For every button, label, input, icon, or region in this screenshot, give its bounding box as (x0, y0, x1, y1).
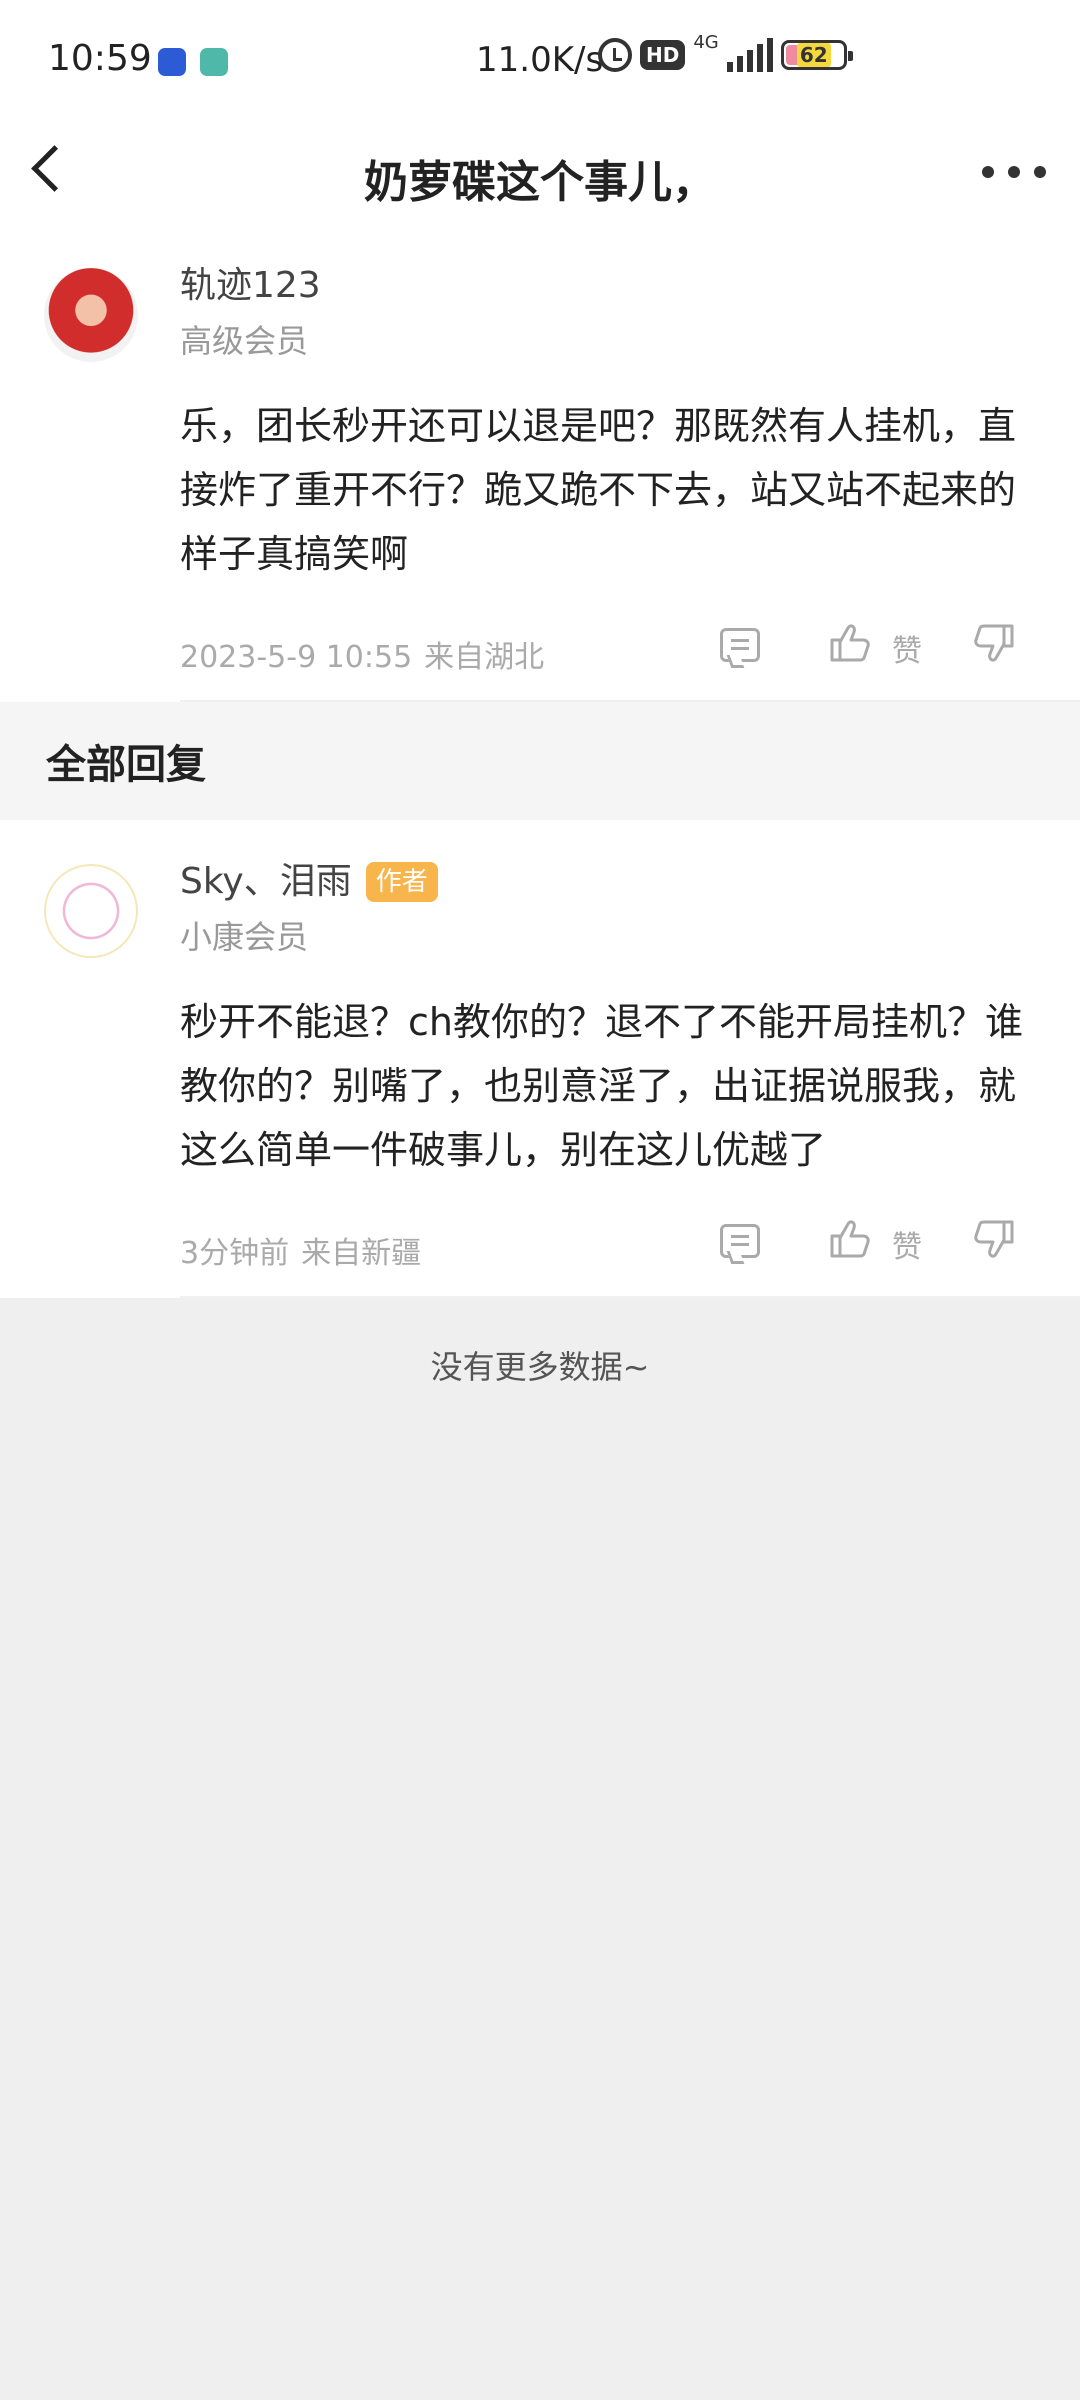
post-location: 来自湖北 (424, 640, 545, 675)
section-title: 全部回复 (46, 742, 206, 788)
no-more-data: 没有更多数据~ (430, 1348, 650, 1386)
comment-icon[interactable] (720, 628, 760, 662)
post-time-location: 2023-5-9 10:55 来自湖北 (180, 632, 544, 676)
signal-icon (726, 38, 773, 72)
app-notification-icon (200, 48, 228, 76)
network-speed: 11.0K/s (476, 40, 604, 80)
username[interactable]: 轨迹123 (180, 260, 1030, 312)
main-post: 轨迹123 高级会员 乐，团长秒开还可以退是吧？那既然有人挂机，直接炸了重开不行… (0, 220, 1080, 702)
status-time: 10:59 (48, 38, 152, 79)
avatar[interactable] (44, 864, 138, 958)
post-time: 2023-5-9 10:55 (180, 640, 413, 675)
page-title: 奶萝碟这个事儿， (364, 157, 716, 208)
comment-icon[interactable] (720, 1224, 760, 1258)
username[interactable]: Sky、泪雨 作者 (180, 856, 1030, 908)
battery-icon: 62 (780, 40, 853, 70)
like-label[interactable]: 赞 (892, 626, 922, 670)
reply-item: Sky、泪雨 作者 小康会员 秒开不能退？ch教你的？退不了不能开局挂机？谁教你… (0, 820, 1080, 1298)
post-content: 乐，团长秒开还可以退是吧？那既然有人挂机，直接炸了重开不行？跪又跪不下去，站又站… (180, 404, 1017, 576)
thumbs-up-icon[interactable] (828, 1218, 872, 1260)
like-label[interactable]: 赞 (892, 1222, 922, 1266)
network-type: 4G (693, 32, 719, 53)
thumbs-down-icon[interactable] (972, 622, 1016, 664)
hd-icon: HD (640, 40, 686, 70)
status-icons: HD 4G 62 (598, 34, 853, 72)
reply-time-location: 3分钟前 来自新疆 (180, 1228, 421, 1272)
battery-level: 62 (796, 43, 831, 67)
more-options-icon[interactable] (982, 166, 1046, 178)
alarm-icon (598, 38, 632, 72)
reply-location: 来自新疆 (301, 1236, 422, 1271)
title-bar: 奶萝碟这个事儿， (0, 128, 1080, 220)
thumbs-down-icon[interactable] (972, 1218, 1016, 1260)
status-bar: 10:59 11.0K/s HD 4G 62 (0, 0, 1080, 128)
app-notification-icon (158, 48, 186, 76)
author-badge: 作者 (365, 862, 438, 902)
reply-content: 秒开不能退？ch教你的？退不了不能开局挂机？谁教你的？别嘴了，也别意淫了，出证据… (180, 1000, 1023, 1172)
member-level: 高级会员 (180, 322, 309, 360)
member-level: 小康会员 (180, 918, 309, 956)
reply-meta: 3分钟前 来自新疆 赞 (180, 1204, 1030, 1296)
reply-time: 3分钟前 (180, 1236, 290, 1271)
section-header: 全部回复 (0, 702, 1080, 820)
post-meta: 2023-5-9 10:55 来自湖北 赞 (180, 608, 1030, 700)
thumbs-up-icon[interactable] (828, 622, 872, 664)
avatar[interactable] (44, 268, 138, 362)
